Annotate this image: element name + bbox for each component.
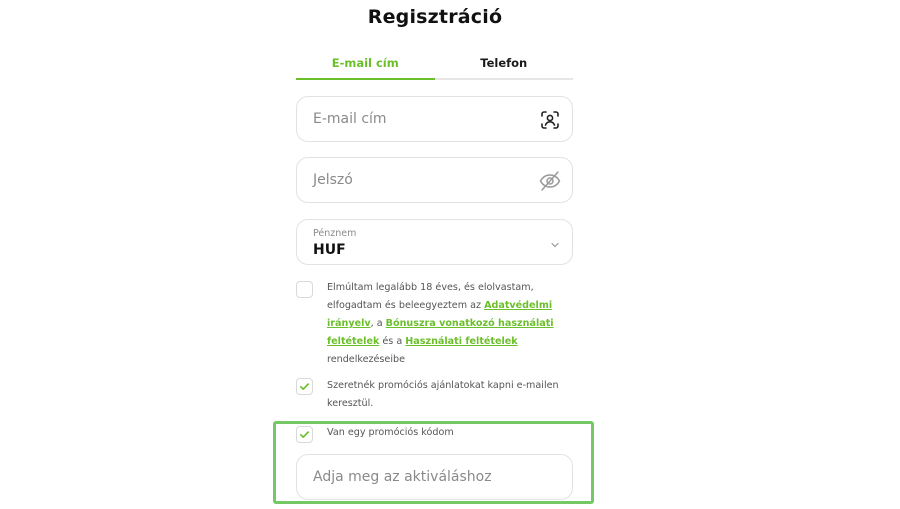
age-consent-text: Elmúltam legalább 18 éves, és elolvastam… [327,279,567,369]
currency-label: Pénznem [313,228,357,239]
password-placeholder: Jelszó [313,172,353,188]
eye-off-icon[interactable] [538,169,562,193]
chevron-down-icon[interactable] [550,237,560,248]
currency-value: HUF [313,242,346,258]
scan-user-icon[interactable] [538,108,562,132]
registration-tabs: E-mail cím Telefon [296,50,573,80]
consent-text-part: és a [379,336,406,347]
consent-text-part: , a [370,318,386,329]
email-field[interactable]: E-mail cím [296,96,573,142]
password-field[interactable]: Jelszó [296,157,573,203]
age-consent-checkbox[interactable] [296,281,313,298]
tab-email[interactable]: E-mail cím [296,50,435,80]
email-placeholder: E-mail cím [313,111,387,127]
highlight-frame [273,421,594,504]
consent-text-part: rendelkezéseibe [327,354,405,365]
currency-select[interactable]: Pénznem HUF [296,219,573,265]
promo-email-checkbox[interactable] [296,378,313,395]
terms-of-use-link[interactable]: Használati feltételek [405,336,517,347]
tab-phone[interactable]: Telefon [435,50,574,78]
check-icon [300,383,309,390]
promo-email-text: Szeretnék promóciós ajánlatokat kapni e-… [327,380,559,409]
page-title: Regisztráció [367,6,503,28]
